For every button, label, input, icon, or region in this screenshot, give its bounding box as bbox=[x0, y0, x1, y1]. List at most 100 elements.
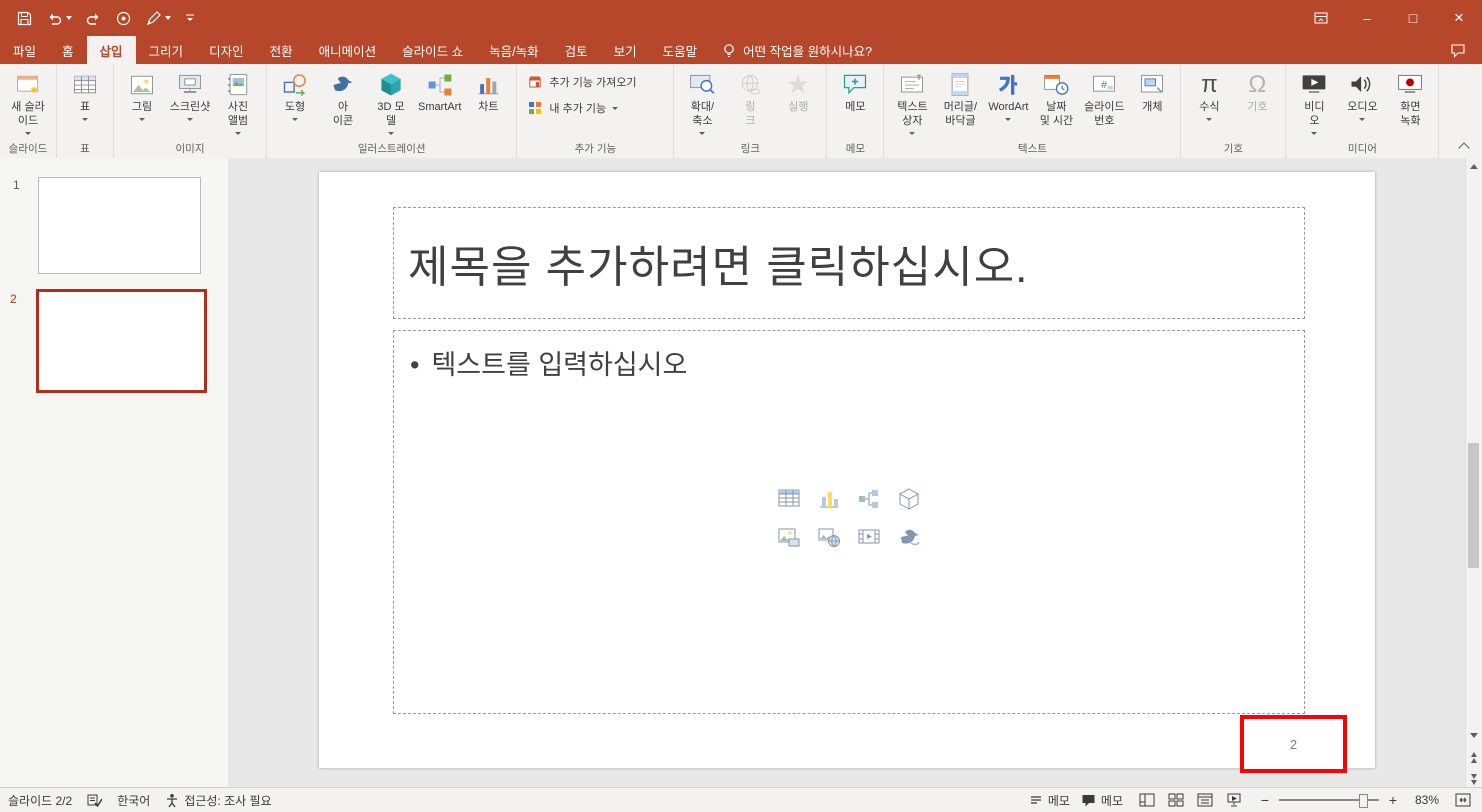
slide-sorter-view-button[interactable] bbox=[1163, 789, 1189, 811]
tab-home[interactable]: 홈 bbox=[49, 36, 87, 64]
content-placeholder[interactable]: • 텍스트를 입력하십시오 bbox=[393, 330, 1305, 714]
video-button[interactable]: 비디 오 bbox=[1290, 67, 1338, 138]
fit-slide-to-window-button[interactable] bbox=[1450, 789, 1476, 811]
slideshow-view-button[interactable] bbox=[1221, 789, 1247, 811]
insert-online-picture-icon[interactable] bbox=[816, 524, 842, 550]
date-time-button[interactable]: 날짜 및 시간 bbox=[1032, 67, 1080, 132]
maximize-button[interactable]: □ bbox=[1390, 0, 1436, 36]
accessibility-status[interactable]: 접근성: 조사 필요 bbox=[165, 792, 272, 809]
tab-record[interactable]: 녹음/녹화 bbox=[476, 36, 551, 64]
tab-insert[interactable]: 삽입 bbox=[86, 36, 136, 64]
redo-icon[interactable] bbox=[85, 10, 102, 27]
tell-me-box[interactable]: 어떤 작업을 원하시나요? bbox=[722, 36, 872, 64]
screen-recording-button[interactable]: 화면 녹화 bbox=[1386, 67, 1434, 132]
insert-video-icon[interactable] bbox=[856, 524, 882, 550]
tab-slideshow[interactable]: 슬라이드 쇼 bbox=[389, 36, 476, 64]
insert-table-icon[interactable] bbox=[776, 486, 802, 512]
ribbon-group-text: 텍스트 상자 머리글/ 바닥글 가 WordArt 날짜 및 시간 # 슬라이드… bbox=[884, 64, 1182, 158]
vertical-scrollbar[interactable] bbox=[1465, 158, 1482, 788]
notes-toggle[interactable]: 메모 bbox=[1029, 792, 1070, 809]
insert-smartart-icon[interactable] bbox=[856, 486, 882, 512]
3d-models-button[interactable]: 3D 모 델 bbox=[367, 67, 415, 138]
screenshot-button[interactable]: 스크린샷 bbox=[166, 67, 214, 124]
symbol-icon: Ω bbox=[1248, 71, 1267, 98]
link-button[interactable]: 링 크 bbox=[726, 67, 774, 132]
slide-number-highlight-annotation: 2 bbox=[1240, 715, 1347, 773]
scroll-down-button[interactable] bbox=[1466, 727, 1481, 744]
zoom-in-button[interactable]: + bbox=[1386, 792, 1400, 808]
normal-view-button[interactable] bbox=[1134, 789, 1160, 811]
new-slide-button[interactable]: 새 슬라 이드 bbox=[4, 67, 52, 138]
spellcheck-icon[interactable] bbox=[87, 793, 103, 807]
symbol-button[interactable]: Ω 기호 bbox=[1233, 67, 1281, 118]
insert-3d-model-icon[interactable] bbox=[896, 486, 922, 512]
zoom-icon bbox=[686, 70, 718, 100]
insert-chart-icon[interactable] bbox=[816, 486, 842, 512]
text-box-button[interactable]: 텍스트 상자 bbox=[888, 67, 936, 138]
scroll-up-button[interactable] bbox=[1466, 158, 1481, 175]
header-footer-button[interactable]: 머리글/ 바닥글 bbox=[936, 67, 984, 132]
tab-transitions[interactable]: 전환 bbox=[257, 36, 306, 64]
slide-thumbnail-1[interactable] bbox=[38, 177, 201, 274]
collapse-ribbon-button[interactable] bbox=[1454, 140, 1474, 154]
insert-picture-icon[interactable] bbox=[776, 524, 802, 550]
zoom-slider-handle[interactable] bbox=[1359, 794, 1368, 808]
language-indicator[interactable]: 한국어 bbox=[117, 792, 150, 809]
group-label-media: 미디어 bbox=[1347, 143, 1377, 155]
customize-qat-icon[interactable] bbox=[184, 12, 196, 24]
title-placeholder[interactable]: 제목을 추가하려면 클릭하십시오. bbox=[393, 207, 1305, 319]
view-switcher bbox=[1134, 789, 1247, 811]
pen-icon[interactable] bbox=[145, 10, 171, 27]
reading-view-button[interactable] bbox=[1192, 789, 1218, 811]
slide-number-button[interactable]: # 슬라이드 번호 bbox=[1080, 67, 1128, 132]
slide-indicator[interactable]: 슬라이드 2/2 bbox=[8, 792, 72, 809]
get-addins-button[interactable]: 추가 기능 가져오기 bbox=[527, 74, 636, 90]
pictures-button[interactable]: 그림 bbox=[118, 67, 166, 124]
zoom-out-button[interactable]: − bbox=[1258, 792, 1272, 808]
equation-button[interactable]: π 수식 bbox=[1185, 67, 1233, 124]
tab-animations[interactable]: 애니메이션 bbox=[306, 36, 390, 64]
chevron-down-icon bbox=[25, 131, 31, 135]
ribbon-display-options-icon[interactable] bbox=[1298, 0, 1344, 36]
slide-thumbnail-2[interactable] bbox=[36, 289, 207, 393]
feedback-icon[interactable] bbox=[1450, 36, 1466, 64]
zoom-button[interactable]: 확대/ 축소 bbox=[678, 67, 726, 138]
my-addins-button[interactable]: 내 추가 기능 bbox=[527, 100, 636, 116]
shapes-button[interactable]: 도형 bbox=[271, 67, 319, 124]
icons-button[interactable]: 아 이콘 bbox=[319, 67, 367, 132]
date-time-icon bbox=[1040, 70, 1072, 100]
save-icon[interactable] bbox=[16, 10, 33, 27]
tab-help[interactable]: 도움말 bbox=[650, 36, 711, 64]
comment-button[interactable]: 메모 bbox=[831, 67, 879, 118]
next-slide-button[interactable] bbox=[1466, 771, 1481, 788]
audio-button[interactable]: 오디오 bbox=[1338, 67, 1386, 124]
header-footer-icon bbox=[944, 70, 976, 100]
wordart-button[interactable]: 가 WordArt bbox=[984, 67, 1032, 124]
tab-draw[interactable]: 그리기 bbox=[136, 36, 197, 64]
tab-view[interactable]: 보기 bbox=[601, 36, 650, 64]
start-presentation-icon[interactable] bbox=[115, 10, 132, 27]
zoom-level[interactable]: 83% bbox=[1407, 793, 1439, 807]
zoom-slider[interactable] bbox=[1279, 794, 1379, 808]
insert-icons-icon[interactable] bbox=[896, 524, 922, 550]
smartart-button[interactable]: SmartArt bbox=[415, 67, 464, 118]
text-box-icon bbox=[896, 70, 928, 100]
object-button[interactable]: 개체 bbox=[1128, 67, 1176, 118]
previous-slide-button[interactable] bbox=[1466, 749, 1481, 766]
action-icon bbox=[782, 70, 814, 100]
tab-design[interactable]: 디자인 bbox=[196, 36, 257, 64]
comments-toggle[interactable]: 메모 bbox=[1081, 792, 1123, 809]
action-button[interactable]: 실행 bbox=[774, 67, 822, 118]
undo-icon[interactable] bbox=[46, 10, 72, 27]
close-button[interactable]: × bbox=[1436, 0, 1482, 36]
comment-icon bbox=[839, 70, 871, 100]
table-button[interactable]: 표 bbox=[61, 67, 109, 124]
scrollbar-thumb[interactable] bbox=[1468, 443, 1479, 568]
photo-album-button[interactable]: 사진 앨범 bbox=[214, 67, 262, 138]
minimize-button[interactable]: – bbox=[1344, 0, 1390, 36]
chart-button[interactable]: 차트 bbox=[464, 67, 512, 118]
tab-file[interactable]: 파일 bbox=[0, 36, 49, 64]
tab-review[interactable]: 검토 bbox=[552, 36, 601, 64]
ribbon-group-media: 비디 오 오디오 화면 녹화 미디어 bbox=[1286, 64, 1440, 158]
slide-canvas[interactable]: 제목을 추가하려면 클릭하십시오. • 텍스트를 입력하십시오 2 bbox=[319, 172, 1375, 773]
